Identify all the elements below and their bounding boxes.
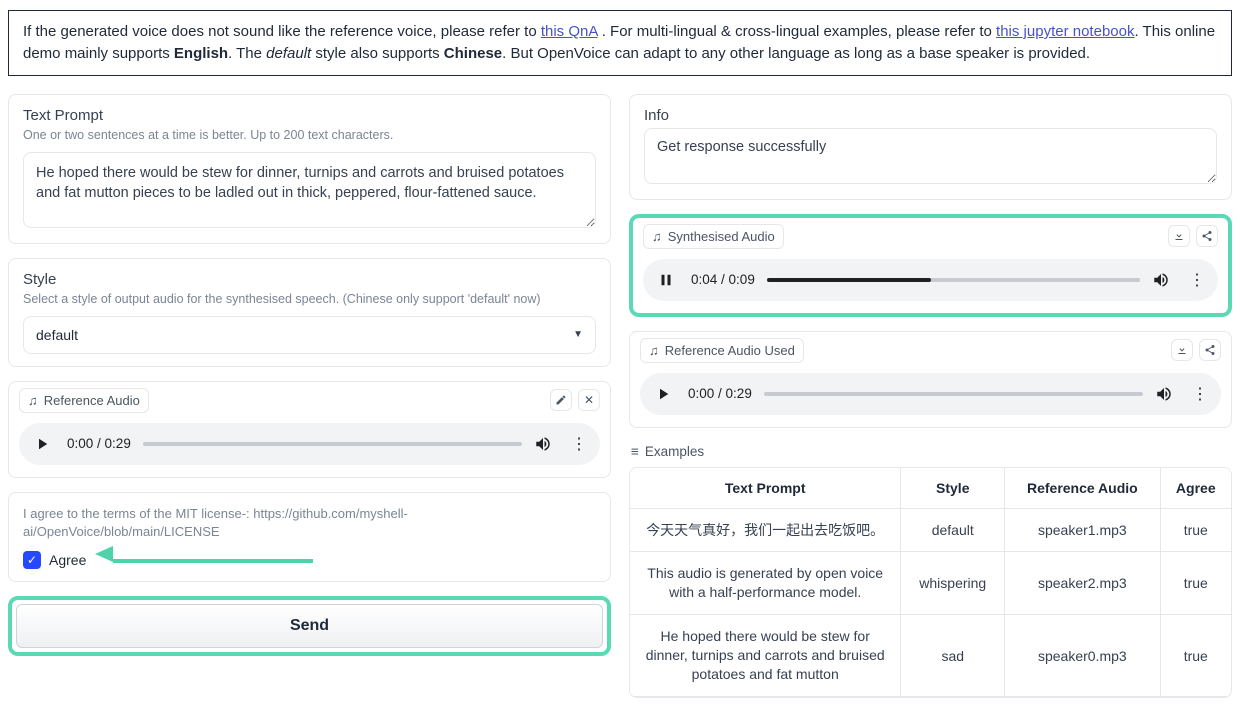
close-icon: ✕ <box>584 393 594 407</box>
synthesised-audio-panel: ♫ Synthesised Audio <box>629 214 1232 317</box>
ref-used-audio-player[interactable]: 0:00 / 0:29 ⋮ <box>640 373 1221 415</box>
info-title: Info <box>644 107 1217 124</box>
synth-audio-chip: ♫ Synthesised Audio <box>643 224 784 249</box>
reference-audio-chip: ♫ Reference Audio <box>19 388 149 413</box>
seek-bar[interactable] <box>143 442 522 446</box>
notice-link-qna[interactable]: this QnA <box>541 23 598 40</box>
examples-table: Text Prompt Style Reference Audio Agree … <box>629 467 1232 698</box>
download-icon <box>1173 230 1185 242</box>
notice-link-notebook[interactable]: this jupyter notebook <box>996 23 1134 40</box>
audio-time: 0:00 / 0:29 <box>67 436 131 451</box>
seek-bar[interactable] <box>767 278 1140 282</box>
style-selected-value: default <box>36 327 78 343</box>
text-prompt-card: Text Prompt One or two sentences at a ti… <box>8 94 611 244</box>
col-reference-audio: Reference Audio <box>1005 468 1160 509</box>
text-prompt-title: Text Prompt <box>23 107 596 124</box>
volume-icon <box>1152 271 1170 289</box>
reference-audio-player[interactable]: 0:00 / 0:29 ⋮ <box>19 423 600 465</box>
play-icon <box>33 435 51 453</box>
arrow-hint-icon <box>95 546 113 562</box>
style-title: Style <box>23 271 596 288</box>
more-button[interactable]: ⋮ <box>568 434 590 454</box>
kebab-icon: ⋮ <box>1189 272 1205 289</box>
share-icon <box>1201 230 1213 242</box>
volume-icon <box>534 435 552 453</box>
share-icon <box>1204 344 1216 356</box>
send-highlight: Send <box>8 596 611 656</box>
col-text-prompt: Text Prompt <box>630 468 901 509</box>
kebab-icon: ⋮ <box>1192 386 1208 403</box>
music-icon: ♫ <box>649 343 659 358</box>
arrow-hint-line <box>113 559 313 563</box>
notice-text: If the generated voice does not sound li… <box>23 23 541 40</box>
info-card: Info <box>629 94 1232 200</box>
music-icon: ♫ <box>652 229 662 244</box>
play-icon <box>654 385 672 403</box>
text-prompt-sub: One or two sentences at a time is better… <box>23 128 596 142</box>
pause-icon <box>657 271 675 289</box>
clear-button[interactable]: ✕ <box>578 389 600 411</box>
play-button[interactable] <box>29 431 55 457</box>
share-button[interactable] <box>1196 225 1218 247</box>
col-style: Style <box>901 468 1005 509</box>
play-button[interactable] <box>650 381 676 407</box>
more-button[interactable]: ⋮ <box>1186 270 1208 290</box>
audio-time: 0:00 / 0:29 <box>688 386 752 401</box>
text-prompt-input[interactable] <box>23 152 596 228</box>
table-row[interactable]: This audio is generated by open voice wi… <box>630 552 1231 615</box>
download-icon <box>1176 344 1188 356</box>
info-output[interactable] <box>644 128 1217 184</box>
agree-label: Agree <box>49 552 86 568</box>
license-text: I agree to the terms of the MIT license-… <box>23 505 596 541</box>
style-select[interactable]: default ▼ <box>23 316 596 354</box>
volume-icon <box>1155 385 1173 403</box>
reference-audio-panel: ♫ Reference Audio ✕ <box>8 381 611 478</box>
col-agree: Agree <box>1161 468 1231 509</box>
send-button[interactable]: Send <box>16 604 603 648</box>
table-row[interactable]: 今天天气真好，我们一起出去吃饭吧。 default speaker1.mp3 t… <box>630 509 1231 553</box>
table-row[interactable]: He hoped there would be stew for dinner,… <box>630 615 1231 697</box>
chevron-down-icon: ▼ <box>573 329 583 340</box>
list-icon: ≡ <box>631 444 639 459</box>
kebab-icon: ⋮ <box>571 436 587 453</box>
reference-audio-used-panel: ♫ Reference Audio Used <box>629 331 1232 428</box>
pause-button[interactable] <box>653 267 679 293</box>
pencil-icon <box>555 394 567 406</box>
agree-checkbox[interactable]: ✓ <box>23 551 41 569</box>
share-button[interactable] <box>1199 339 1221 361</box>
notice-banner: If the generated voice does not sound li… <box>8 10 1232 76</box>
edit-button[interactable] <box>550 389 572 411</box>
agree-card: I agree to the terms of the MIT license-… <box>8 492 611 582</box>
check-icon: ✓ <box>27 553 37 567</box>
audio-time: 0:04 / 0:09 <box>691 272 755 287</box>
volume-button[interactable] <box>534 435 556 453</box>
download-button[interactable] <box>1168 225 1190 247</box>
synth-audio-player[interactable]: 0:04 / 0:09 ⋮ <box>643 259 1218 301</box>
volume-button[interactable] <box>1155 385 1177 403</box>
download-button[interactable] <box>1171 339 1193 361</box>
ref-used-chip: ♫ Reference Audio Used <box>640 338 804 363</box>
volume-button[interactable] <box>1152 271 1174 289</box>
style-card: Style Select a style of output audio for… <box>8 258 611 367</box>
style-sub: Select a style of output audio for the s… <box>23 292 596 306</box>
examples-header: ≡ Examples <box>629 442 1232 467</box>
music-icon: ♫ <box>28 393 38 408</box>
seek-progress <box>767 278 931 282</box>
seek-bar[interactable] <box>764 392 1143 396</box>
more-button[interactable]: ⋮ <box>1189 384 1211 404</box>
